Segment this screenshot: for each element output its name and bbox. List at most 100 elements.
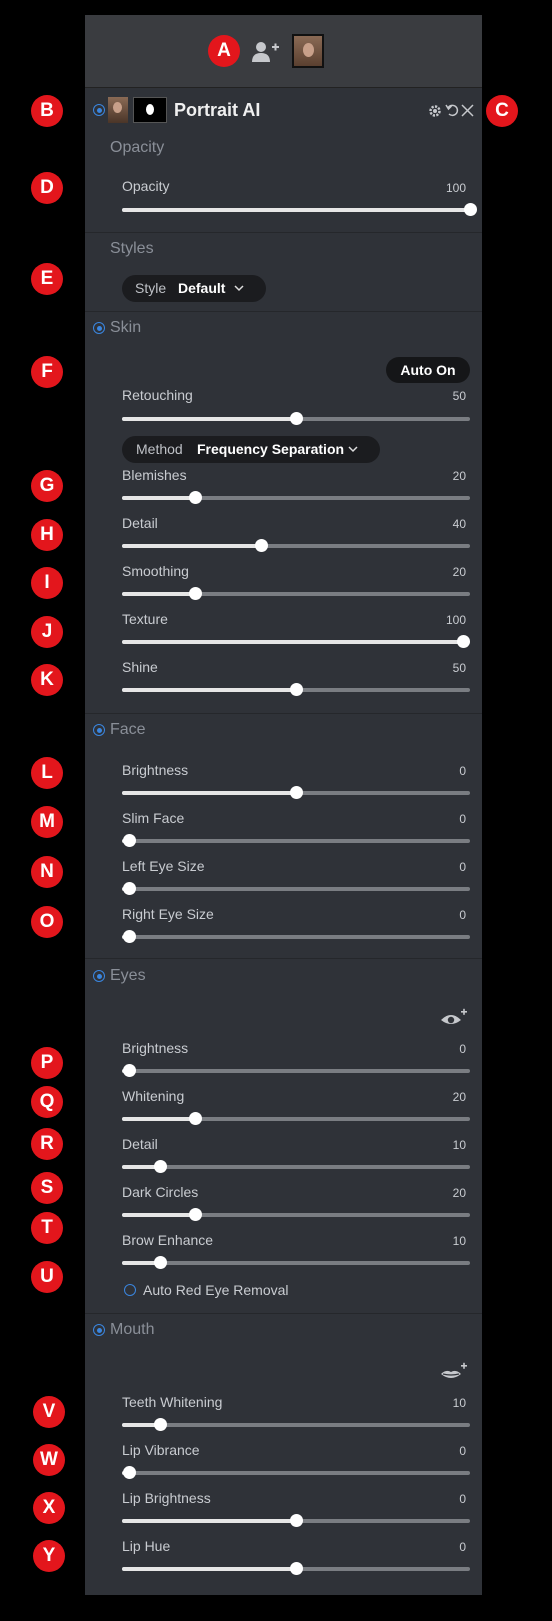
- styles-section-title: Styles: [110, 240, 154, 257]
- detail-slider[interactable]: [122, 1160, 470, 1173]
- brightness-slider-label: Brightness: [122, 762, 189, 778]
- add-person-icon[interactable]: [250, 40, 280, 64]
- panel-title: Portrait AI: [174, 100, 261, 120]
- slider-thumb[interactable]: [154, 1256, 167, 1269]
- brow-enhance-slider-value: 10: [452, 1234, 466, 1248]
- whitening-slider-label: Whitening: [122, 1088, 185, 1104]
- slider-thumb[interactable]: [189, 587, 202, 600]
- slider-thumb[interactable]: [189, 1112, 202, 1125]
- teeth-whitening-slider[interactable]: [122, 1418, 470, 1431]
- lip-brightness-slider-label: Lip Brightness: [122, 1490, 211, 1506]
- shine-slider[interactable]: [122, 683, 470, 696]
- add-lips-icon[interactable]: [440, 1362, 468, 1387]
- auto-on-button[interactable]: Auto On: [386, 357, 470, 383]
- detail-slider-value: 10: [452, 1138, 466, 1152]
- mouth-enable-radio[interactable]: [93, 1324, 105, 1336]
- smoothing-slider-value: 20: [452, 565, 466, 579]
- slider-thumb[interactable]: [123, 834, 136, 847]
- whitening-slider[interactable]: [122, 1112, 470, 1125]
- slider-thumb[interactable]: [123, 930, 136, 943]
- slider-thumb[interactable]: [154, 1160, 167, 1173]
- slider-thumb[interactable]: [290, 786, 303, 799]
- add-eye-icon[interactable]: [440, 1008, 468, 1033]
- panel-enable-radio[interactable]: [93, 104, 105, 116]
- style-dropdown[interactable]: Style Default: [122, 275, 266, 302]
- slider-fill: [122, 544, 261, 548]
- mask-icon[interactable]: [133, 97, 167, 123]
- eyes-section-title: Eyes: [110, 967, 146, 984]
- face-enable-radio[interactable]: [93, 724, 105, 736]
- blemishes-slider[interactable]: [122, 491, 470, 504]
- left-eye-size-slider[interactable]: [122, 882, 470, 895]
- eyes-enable-radio[interactable]: [93, 970, 105, 982]
- slider-thumb[interactable]: [123, 882, 136, 895]
- undo-icon[interactable]: [445, 103, 460, 123]
- auto-red-eye-label: Auto Red Eye Removal: [143, 1282, 289, 1298]
- slider-thumb[interactable]: [290, 1562, 303, 1575]
- retouching-slider-label: Retouching: [122, 387, 193, 403]
- brow-enhance-slider[interactable]: [122, 1256, 470, 1269]
- callout-marker-u: U: [31, 1261, 63, 1293]
- slider-fill: [122, 417, 296, 421]
- brightness-slider[interactable]: [122, 1064, 470, 1077]
- slider-fill: [122, 208, 470, 212]
- slider-thumb[interactable]: [457, 635, 470, 648]
- slim-face-slider[interactable]: [122, 834, 470, 847]
- texture-slider[interactable]: [122, 635, 470, 648]
- slider-fill: [122, 1519, 296, 1523]
- texture-slider-value: 100: [445, 613, 466, 627]
- slider-fill: [122, 1567, 296, 1571]
- slim-face-slider-value: 0: [459, 812, 466, 826]
- callout-marker-d: D: [31, 172, 63, 204]
- brightness-slider[interactable]: [122, 786, 470, 799]
- slider-thumb[interactable]: [189, 1208, 202, 1221]
- callout-marker-n: N: [31, 856, 63, 888]
- detail-slider[interactable]: [122, 539, 470, 552]
- slider-thumb[interactable]: [290, 1514, 303, 1527]
- dark-circles-slider[interactable]: [122, 1208, 470, 1221]
- callout-marker-v: V: [33, 1396, 65, 1428]
- smoothing-slider[interactable]: [122, 587, 470, 600]
- method-dropdown[interactable]: Method Frequency Separation: [122, 436, 380, 463]
- slider-thumb[interactable]: [123, 1064, 136, 1077]
- opacity-section-title: Opacity: [110, 139, 165, 156]
- slider-thumb[interactable]: [189, 491, 202, 504]
- callout-marker-f: F: [31, 356, 63, 388]
- retouching-slider[interactable]: [122, 412, 470, 425]
- slider-fill: [122, 791, 296, 795]
- lip-vibrance-slider[interactable]: [122, 1466, 470, 1479]
- slider-thumb[interactable]: [255, 539, 268, 552]
- slider-thumb[interactable]: [123, 1466, 136, 1479]
- chevron-down-icon: [234, 275, 244, 311]
- gear-icon[interactable]: [428, 104, 442, 123]
- lip-hue-slider-value: 0: [459, 1540, 466, 1554]
- callout-marker-x: X: [33, 1492, 65, 1524]
- close-icon[interactable]: [461, 104, 474, 122]
- shine-slider-value: 50: [452, 661, 466, 675]
- lip-brightness-slider[interactable]: [122, 1514, 470, 1527]
- brow-enhance-slider-label: Brow Enhance: [122, 1232, 214, 1248]
- skin-section-title: Skin: [110, 319, 142, 336]
- teeth-whitening-slider-label: Teeth Whitening: [122, 1394, 223, 1410]
- right-eye-size-slider[interactable]: [122, 930, 470, 943]
- callout-marker-p: P: [31, 1047, 63, 1079]
- slider-fill: [122, 592, 195, 596]
- portrait-thumbnail-icon[interactable]: [292, 34, 324, 68]
- auto-red-eye-radio[interactable]: [124, 1284, 136, 1296]
- slider-thumb[interactable]: [290, 683, 303, 696]
- opacity-slider[interactable]: [122, 203, 477, 216]
- blemishes-slider-label: Blemishes: [122, 467, 187, 483]
- style-dropdown-label: Style: [135, 280, 167, 296]
- brightness-slider-label: Brightness: [122, 1040, 189, 1056]
- callout-marker-j: J: [31, 616, 63, 648]
- slider-thumb[interactable]: [290, 412, 303, 425]
- callout-marker-w: W: [33, 1444, 65, 1476]
- slider-fill: [122, 1213, 195, 1217]
- left-eye-size-slider-value: 0: [459, 860, 466, 874]
- slider-fill: [122, 496, 195, 500]
- slider-thumb[interactable]: [464, 203, 477, 216]
- lip-hue-slider[interactable]: [122, 1562, 470, 1575]
- callout-marker-c: C: [486, 95, 518, 127]
- slider-thumb[interactable]: [154, 1418, 167, 1431]
- skin-enable-radio[interactable]: [93, 322, 105, 334]
